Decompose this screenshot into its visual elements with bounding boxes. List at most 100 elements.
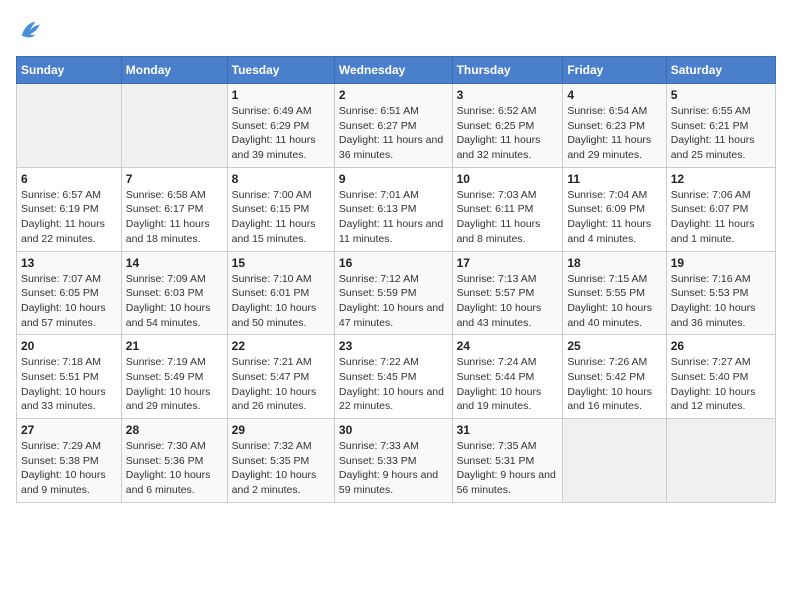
calendar-cell: [563, 419, 666, 503]
weekday-header-monday: Monday: [121, 57, 227, 84]
day-number: 28: [126, 423, 223, 437]
logo-bird-icon: [16, 16, 44, 44]
day-info: Sunrise: 6:52 AMSunset: 6:25 PMDaylight:…: [457, 104, 559, 163]
day-number: 31: [457, 423, 559, 437]
day-info: Sunrise: 7:35 AMSunset: 5:31 PMDaylight:…: [457, 439, 559, 498]
day-number: 30: [339, 423, 448, 437]
day-number: 2: [339, 88, 448, 102]
day-number: 29: [232, 423, 330, 437]
day-number: 5: [671, 88, 771, 102]
calendar-cell: 26 Sunrise: 7:27 AMSunset: 5:40 PMDayligh…: [666, 335, 775, 419]
day-number: 10: [457, 172, 559, 186]
day-info: Sunrise: 7:26 AMSunset: 5:42 PMDaylight:…: [567, 355, 661, 414]
weekday-header-row: SundayMondayTuesdayWednesdayThursdayFrid…: [17, 57, 776, 84]
day-number: 8: [232, 172, 330, 186]
day-info: Sunrise: 7:33 AMSunset: 5:33 PMDaylight:…: [339, 439, 448, 498]
calendar-cell: 10 Sunrise: 7:03 AMSunset: 6:11 PMDayligh…: [452, 167, 563, 251]
day-info: Sunrise: 7:30 AMSunset: 5:36 PMDaylight:…: [126, 439, 223, 498]
day-number: 27: [21, 423, 117, 437]
day-info: Sunrise: 7:01 AMSunset: 6:13 PMDaylight:…: [339, 188, 448, 247]
week-row-1: 1Sunrise: 6:49 AMSunset: 6:29 PMDaylight…: [17, 84, 776, 168]
day-number: 17: [457, 256, 559, 270]
weekday-header-thursday: Thursday: [452, 57, 563, 84]
day-info: Sunrise: 7:21 AMSunset: 5:47 PMDaylight:…: [232, 355, 330, 414]
day-number: 26: [671, 339, 771, 353]
calendar-cell: 30 Sunrise: 7:33 AMSunset: 5:33 PMDayligh…: [334, 419, 452, 503]
day-number: 7: [126, 172, 223, 186]
day-info: Sunrise: 7:09 AMSunset: 6:03 PMDaylight:…: [126, 272, 223, 331]
day-info: Sunrise: 7:16 AMSunset: 5:53 PMDaylight:…: [671, 272, 771, 331]
calendar-cell: 3 Sunrise: 6:52 AMSunset: 6:25 PMDaylight…: [452, 84, 563, 168]
day-info: Sunrise: 7:24 AMSunset: 5:44 PMDaylight:…: [457, 355, 559, 414]
day-number: 22: [232, 339, 330, 353]
day-number: 15: [232, 256, 330, 270]
week-row-2: 6 Sunrise: 6:57 AMSunset: 6:19 PMDaylight…: [17, 167, 776, 251]
calendar-cell: 15 Sunrise: 7:10 AMSunset: 6:01 PMDayligh…: [227, 251, 334, 335]
weekday-header-saturday: Saturday: [666, 57, 775, 84]
day-number: 21: [126, 339, 223, 353]
day-info: Sunrise: 7:29 AMSunset: 5:38 PMDaylight:…: [21, 439, 117, 498]
page-header: [16, 16, 776, 44]
calendar-table: SundayMondayTuesdayWednesdayThursdayFrid…: [16, 56, 776, 503]
day-info: Sunrise: 7:22 AMSunset: 5:45 PMDaylight:…: [339, 355, 448, 414]
day-info: Sunrise: 7:13 AMSunset: 5:57 PMDaylight:…: [457, 272, 559, 331]
calendar-cell: 16 Sunrise: 7:12 AMSunset: 5:59 PMDayligh…: [334, 251, 452, 335]
day-info: Sunrise: 6:57 AMSunset: 6:19 PMDaylight:…: [21, 188, 117, 247]
day-info: Sunrise: 7:32 AMSunset: 5:35 PMDaylight:…: [232, 439, 330, 498]
week-row-4: 20 Sunrise: 7:18 AMSunset: 5:51 PMDayligh…: [17, 335, 776, 419]
calendar-cell: [17, 84, 122, 168]
calendar-cell: 22 Sunrise: 7:21 AMSunset: 5:47 PMDayligh…: [227, 335, 334, 419]
calendar-cell: [666, 419, 775, 503]
day-number: 6: [21, 172, 117, 186]
day-number: 19: [671, 256, 771, 270]
calendar-cell: 23 Sunrise: 7:22 AMSunset: 5:45 PMDayligh…: [334, 335, 452, 419]
calendar-cell: 4Sunrise: 6:54 AMSunset: 6:23 PMDaylight…: [563, 84, 666, 168]
day-info: Sunrise: 7:19 AMSunset: 5:49 PMDaylight:…: [126, 355, 223, 414]
logo: [16, 16, 48, 44]
day-number: 11: [567, 172, 661, 186]
calendar-cell: 17 Sunrise: 7:13 AMSunset: 5:57 PMDayligh…: [452, 251, 563, 335]
day-info: Sunrise: 6:58 AMSunset: 6:17 PMDaylight:…: [126, 188, 223, 247]
day-info: Sunrise: 7:27 AMSunset: 5:40 PMDaylight:…: [671, 355, 771, 414]
week-row-5: 27 Sunrise: 7:29 AMSunset: 5:38 PMDayligh…: [17, 419, 776, 503]
calendar-cell: 1Sunrise: 6:49 AMSunset: 6:29 PMDaylight…: [227, 84, 334, 168]
day-info: Sunrise: 6:51 AMSunset: 6:27 PMDaylight:…: [339, 104, 448, 163]
day-info: Sunrise: 7:06 AMSunset: 6:07 PMDaylight:…: [671, 188, 771, 247]
day-info: Sunrise: 7:00 AMSunset: 6:15 PMDaylight:…: [232, 188, 330, 247]
calendar-cell: 27 Sunrise: 7:29 AMSunset: 5:38 PMDayligh…: [17, 419, 122, 503]
day-info: Sunrise: 7:12 AMSunset: 5:59 PMDaylight:…: [339, 272, 448, 331]
calendar-cell: 24 Sunrise: 7:24 AMSunset: 5:44 PMDayligh…: [452, 335, 563, 419]
calendar-cell: 9Sunrise: 7:01 AMSunset: 6:13 PMDaylight…: [334, 167, 452, 251]
day-number: 24: [457, 339, 559, 353]
calendar-cell: 13 Sunrise: 7:07 AMSunset: 6:05 PMDayligh…: [17, 251, 122, 335]
day-number: 25: [567, 339, 661, 353]
weekday-header-friday: Friday: [563, 57, 666, 84]
weekday-header-tuesday: Tuesday: [227, 57, 334, 84]
calendar-cell: 14 Sunrise: 7:09 AMSunset: 6:03 PMDayligh…: [121, 251, 227, 335]
calendar-cell: 11 Sunrise: 7:04 AMSunset: 6:09 PMDayligh…: [563, 167, 666, 251]
day-info: Sunrise: 7:15 AMSunset: 5:55 PMDaylight:…: [567, 272, 661, 331]
day-info: Sunrise: 6:55 AMSunset: 6:21 PMDaylight:…: [671, 104, 771, 163]
day-number: 4: [567, 88, 661, 102]
day-number: 14: [126, 256, 223, 270]
day-info: Sunrise: 7:18 AMSunset: 5:51 PMDaylight:…: [21, 355, 117, 414]
day-number: 13: [21, 256, 117, 270]
calendar-cell: 2 Sunrise: 6:51 AMSunset: 6:27 PMDaylight…: [334, 84, 452, 168]
day-number: 23: [339, 339, 448, 353]
day-number: 3: [457, 88, 559, 102]
calendar-cell: 12 Sunrise: 7:06 AMSunset: 6:07 PMDayligh…: [666, 167, 775, 251]
week-row-3: 13 Sunrise: 7:07 AMSunset: 6:05 PMDayligh…: [17, 251, 776, 335]
day-number: 20: [21, 339, 117, 353]
day-info: Sunrise: 7:07 AMSunset: 6:05 PMDaylight:…: [21, 272, 117, 331]
calendar-cell: 8 Sunrise: 7:00 AMSunset: 6:15 PMDaylight…: [227, 167, 334, 251]
day-info: Sunrise: 7:10 AMSunset: 6:01 PMDaylight:…: [232, 272, 330, 331]
day-info: Sunrise: 7:03 AMSunset: 6:11 PMDaylight:…: [457, 188, 559, 247]
day-info: Sunrise: 6:49 AMSunset: 6:29 PMDaylight:…: [232, 104, 330, 163]
day-info: Sunrise: 7:04 AMSunset: 6:09 PMDaylight:…: [567, 188, 661, 247]
calendar-cell: 5 Sunrise: 6:55 AMSunset: 6:21 PMDaylight…: [666, 84, 775, 168]
calendar-cell: 21 Sunrise: 7:19 AMSunset: 5:49 PMDayligh…: [121, 335, 227, 419]
day-number: 16: [339, 256, 448, 270]
calendar-cell: 29 Sunrise: 7:32 AMSunset: 5:35 PMDayligh…: [227, 419, 334, 503]
day-number: 12: [671, 172, 771, 186]
calendar-cell: [121, 84, 227, 168]
